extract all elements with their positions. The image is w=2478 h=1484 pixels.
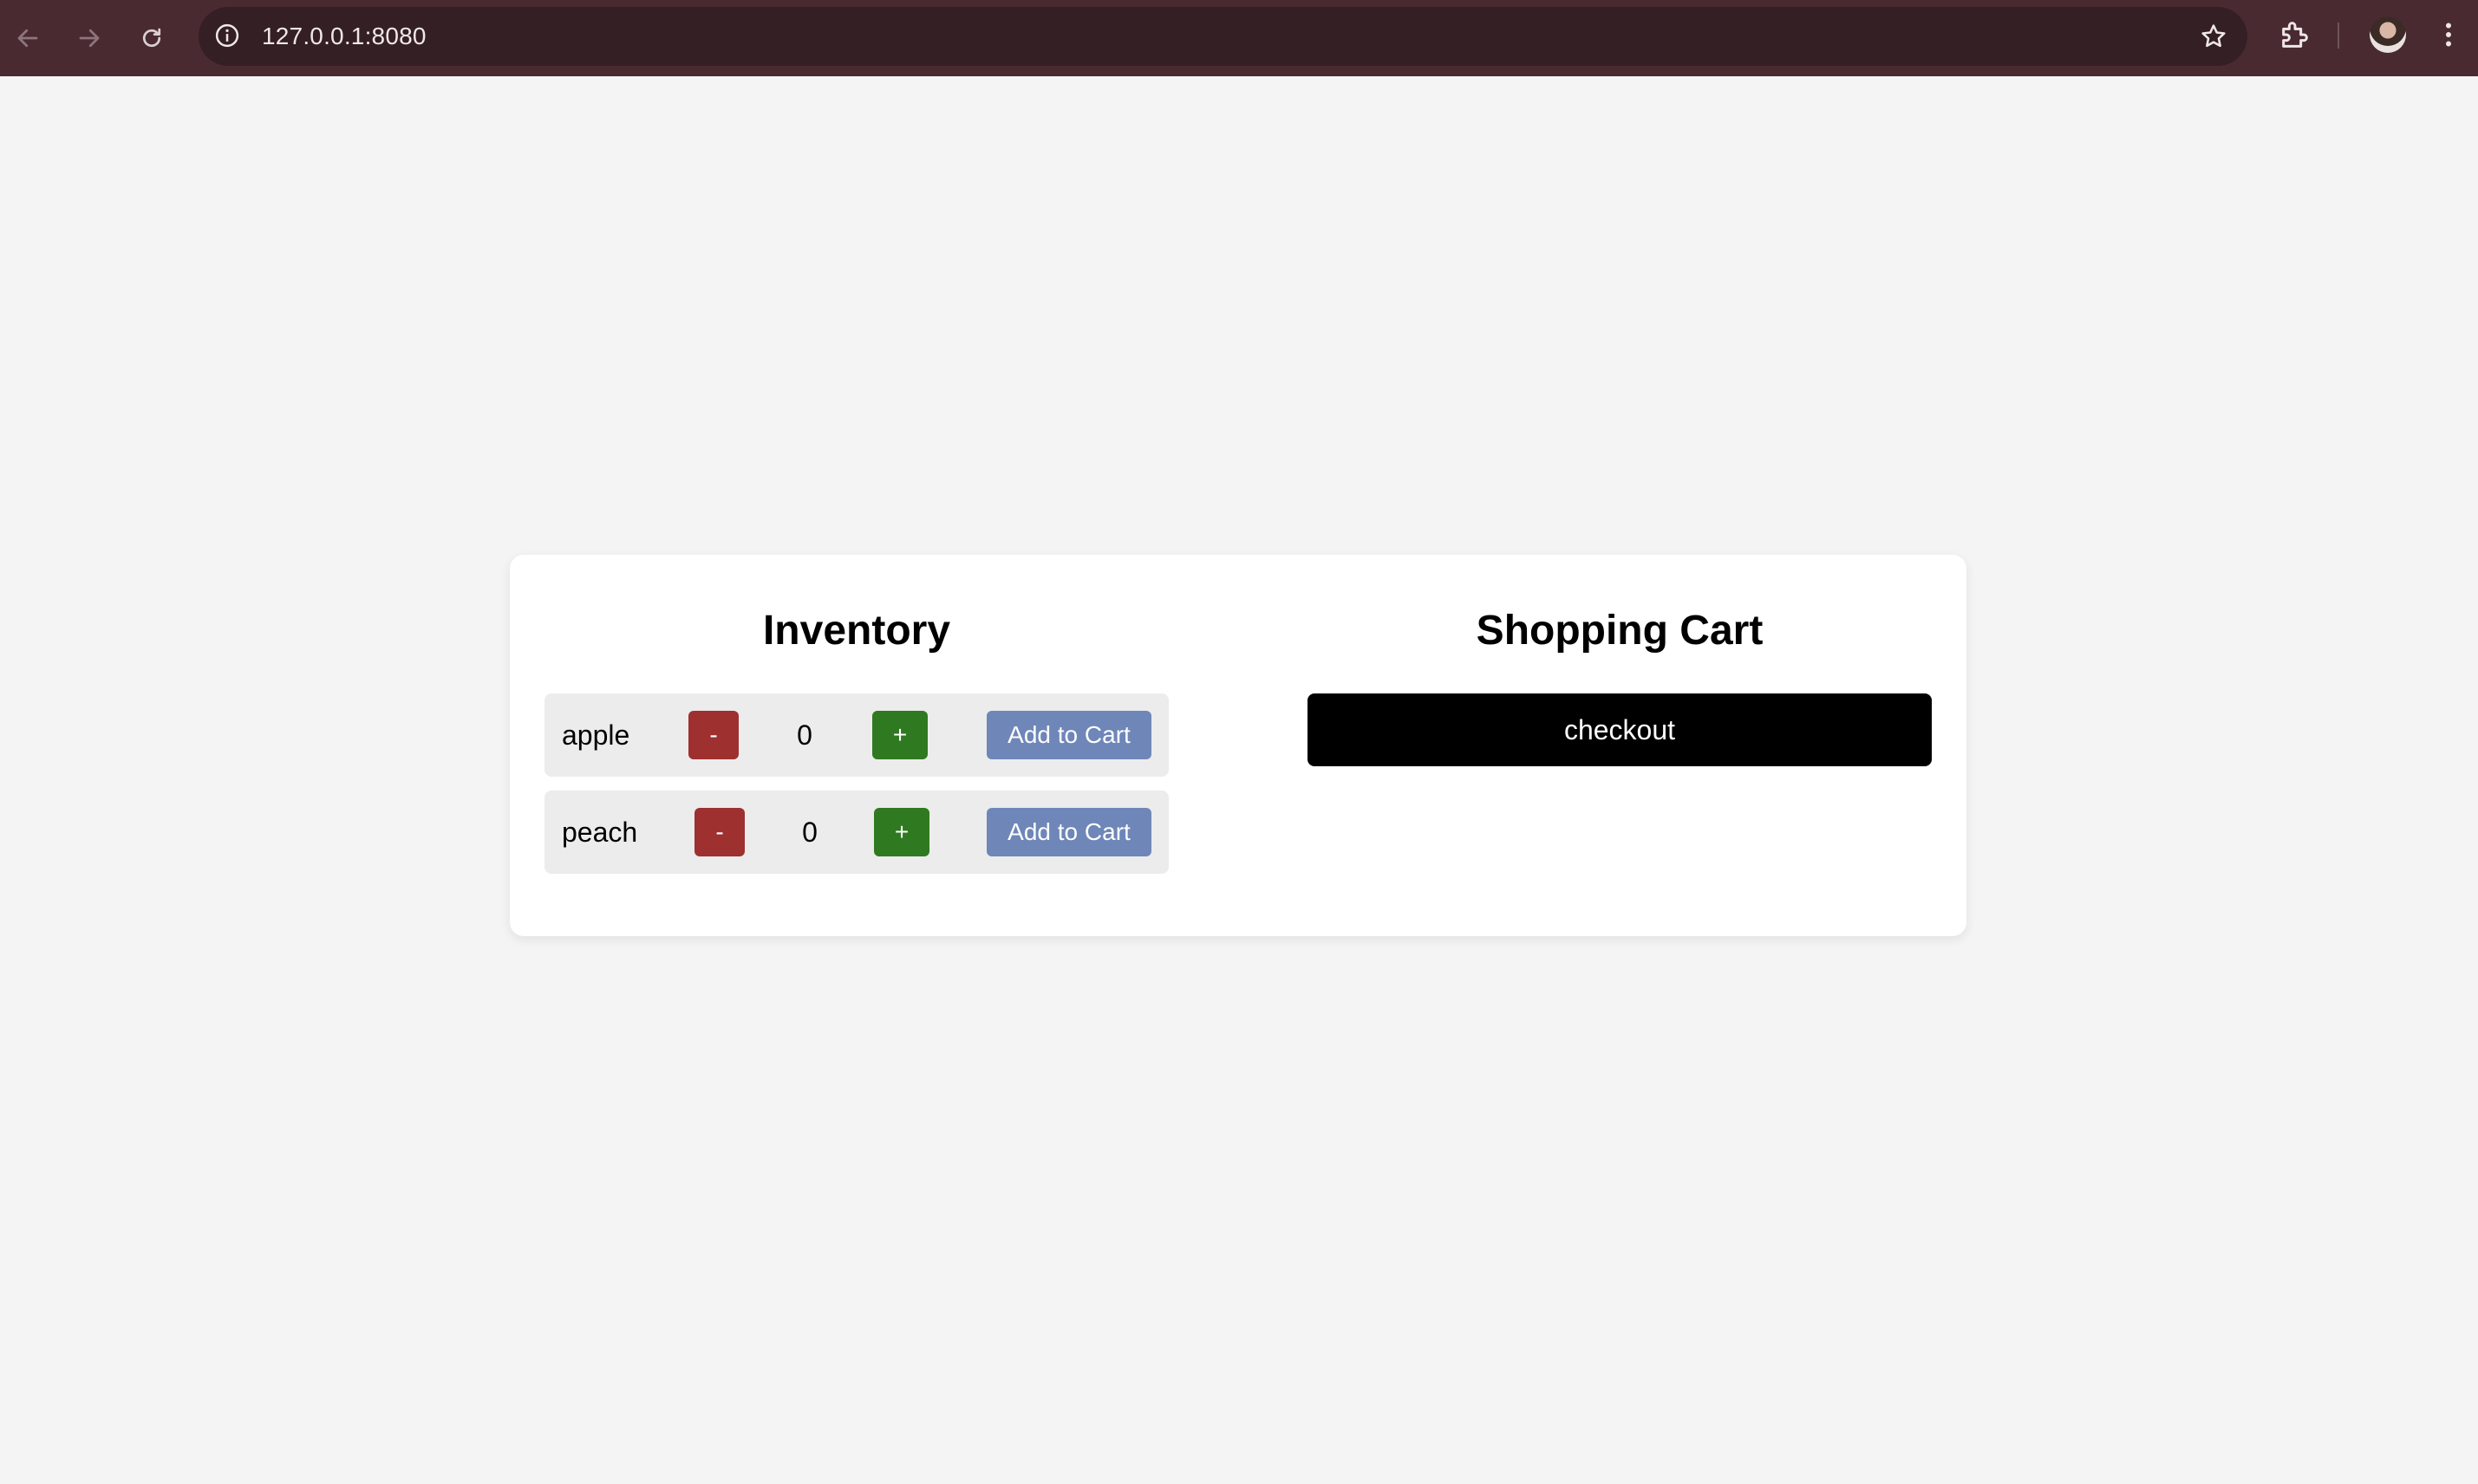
kebab-menu-icon[interactable] <box>2433 17 2464 52</box>
star-icon[interactable] <box>2199 22 2228 51</box>
info-icon[interactable] <box>214 23 240 49</box>
reload-icon <box>142 28 161 48</box>
increment-button[interactable]: + <box>874 808 929 856</box>
forward-button[interactable] <box>68 17 110 59</box>
add-to-cart-button[interactable]: Add to Cart <box>987 711 1151 759</box>
avatar[interactable] <box>2370 16 2406 53</box>
back-arrow-icon <box>17 29 38 48</box>
inventory-row-apple: apple - 0 + Add to Cart <box>545 693 1169 777</box>
increment-button[interactable]: + <box>872 711 928 759</box>
cart-title: Shopping Cart <box>1476 608 1764 654</box>
item-name: peach <box>562 817 638 848</box>
decrement-button[interactable]: - <box>688 711 739 759</box>
url-text: 127.0.0.1:8080 <box>262 23 427 49</box>
browser-toolbar: 127.0.0.1:8080 <box>0 0 2478 76</box>
back-button[interactable] <box>7 17 49 59</box>
inventory-row-peach: peach - 0 + Add to Cart <box>545 791 1169 874</box>
forward-arrow-icon <box>79 29 100 48</box>
inventory-title: Inventory <box>762 608 951 654</box>
item-name: apple <box>562 719 630 751</box>
toolbar-divider <box>2338 23 2339 49</box>
address-bar[interactable]: 127.0.0.1:8080 <box>199 7 2247 66</box>
extensions-icon[interactable] <box>2278 17 2312 52</box>
add-to-cart-button[interactable]: Add to Cart <box>987 808 1151 856</box>
reload-button[interactable] <box>131 17 173 59</box>
store-card: Inventory apple - 0 + Add to Cart peach … <box>510 555 1966 936</box>
checkout-button[interactable]: checkout <box>1307 693 1932 766</box>
quantity-value: 0 <box>797 719 812 751</box>
quantity-value: 0 <box>802 817 818 848</box>
decrement-button[interactable]: - <box>694 808 745 856</box>
